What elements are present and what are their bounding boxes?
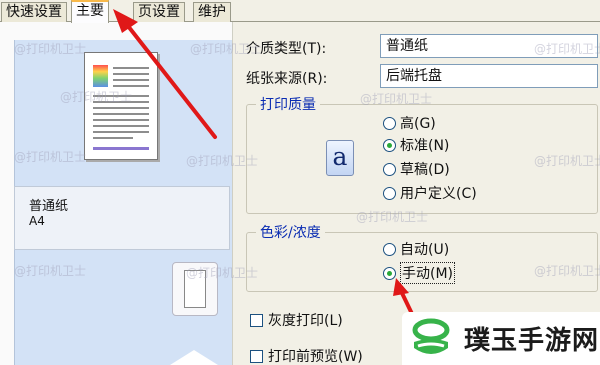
tab-label: 主要	[76, 3, 104, 19]
annotation-arrows	[113, 9, 416, 320]
brand-watermark: 璞玉手游网	[402, 312, 600, 365]
tab-main[interactable]: 主要	[71, 0, 109, 23]
brand-name: 璞玉手游网	[464, 326, 600, 356]
brand-logo-icon	[408, 316, 454, 362]
arrow-to-main-tab	[113, 9, 217, 139]
